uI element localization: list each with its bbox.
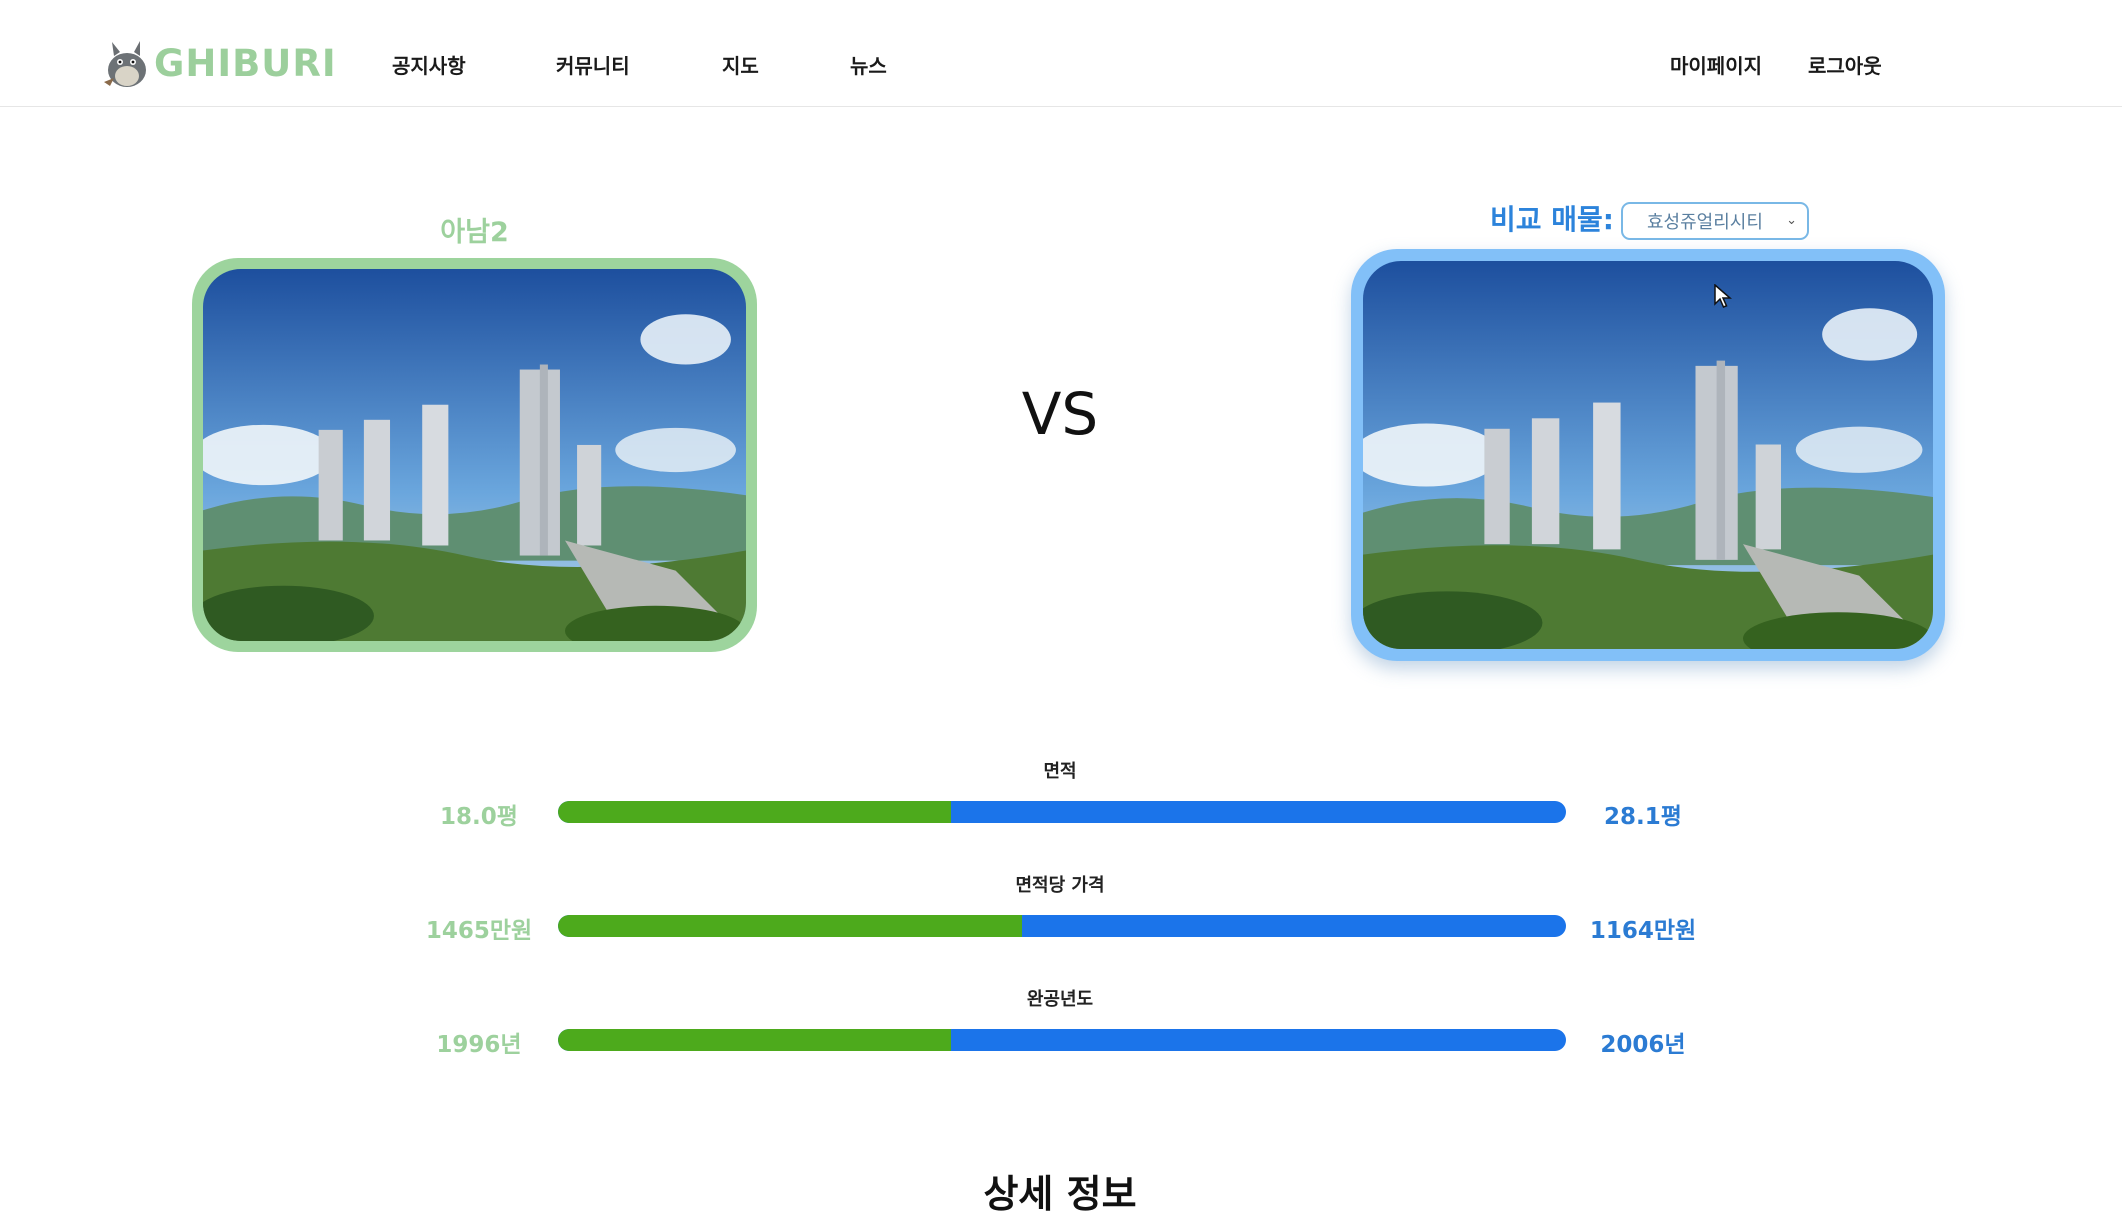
nav-map[interactable]: 지도 <box>722 50 759 79</box>
logo[interactable]: GHIBURI <box>100 38 337 88</box>
chevron-down-icon: ⌄ <box>1786 213 1797 228</box>
nav-notice[interactable]: 공지사항 <box>392 50 466 79</box>
metric-year-right-value: 2006년 <box>1600 1032 1686 1058</box>
metric-area-bar <box>558 801 1566 823</box>
nav-mypage[interactable]: 마이페이지 <box>1670 50 1762 79</box>
metric-title-completion-year: 완공년도 <box>1026 989 1094 1010</box>
metric-area-left-value: 18.0평 <box>440 804 518 830</box>
right-property-image <box>1363 261 1933 649</box>
nav-community[interactable]: 커뮤니티 <box>556 50 630 79</box>
mouse-cursor-icon <box>1714 284 1732 308</box>
left-property-image-frame <box>192 258 757 652</box>
right-property-image-frame <box>1351 249 1945 661</box>
metric-title-price-per-area: 면적당 가격 <box>1015 875 1105 896</box>
nav-logout[interactable]: 로그아웃 <box>1808 50 1882 79</box>
metric-title-area: 면적 <box>1043 761 1077 782</box>
metric-price-bar <box>558 915 1566 937</box>
metric-price-right-value: 1164만원 <box>1589 918 1697 944</box>
metric-price-left-value: 1465만원 <box>425 918 533 944</box>
metric-area-left-fill <box>558 801 952 823</box>
totoro-logo-icon <box>104 41 146 87</box>
vs-label: VS <box>1021 380 1099 448</box>
compare-property-selected: 효성쥬얼리시티 <box>1647 212 1763 233</box>
left-property-image <box>203 269 746 641</box>
left-property-name: 아남2 <box>440 217 509 248</box>
metric-area-right-value: 28.1평 <box>1604 804 1682 830</box>
logo-text: GHIBURI <box>154 41 337 85</box>
nav-news[interactable]: 뉴스 <box>850 50 887 79</box>
metric-year-left-value: 1996년 <box>436 1032 522 1058</box>
metric-year-left-fill <box>558 1029 952 1051</box>
metric-year-bar <box>558 1029 1566 1051</box>
compare-property-label: 비교 매물: <box>1490 203 1614 236</box>
detail-info-heading: 상세 정보 <box>983 1172 1137 1216</box>
metric-price-left-fill <box>558 915 1022 937</box>
top-navbar: GHIBURI 공지사항 커뮤니티 지도 뉴스 마이페이지 로그아웃 <box>0 0 2122 107</box>
compare-property-select[interactable]: 효성쥬얼리시티 ⌄ <box>1621 202 1809 240</box>
